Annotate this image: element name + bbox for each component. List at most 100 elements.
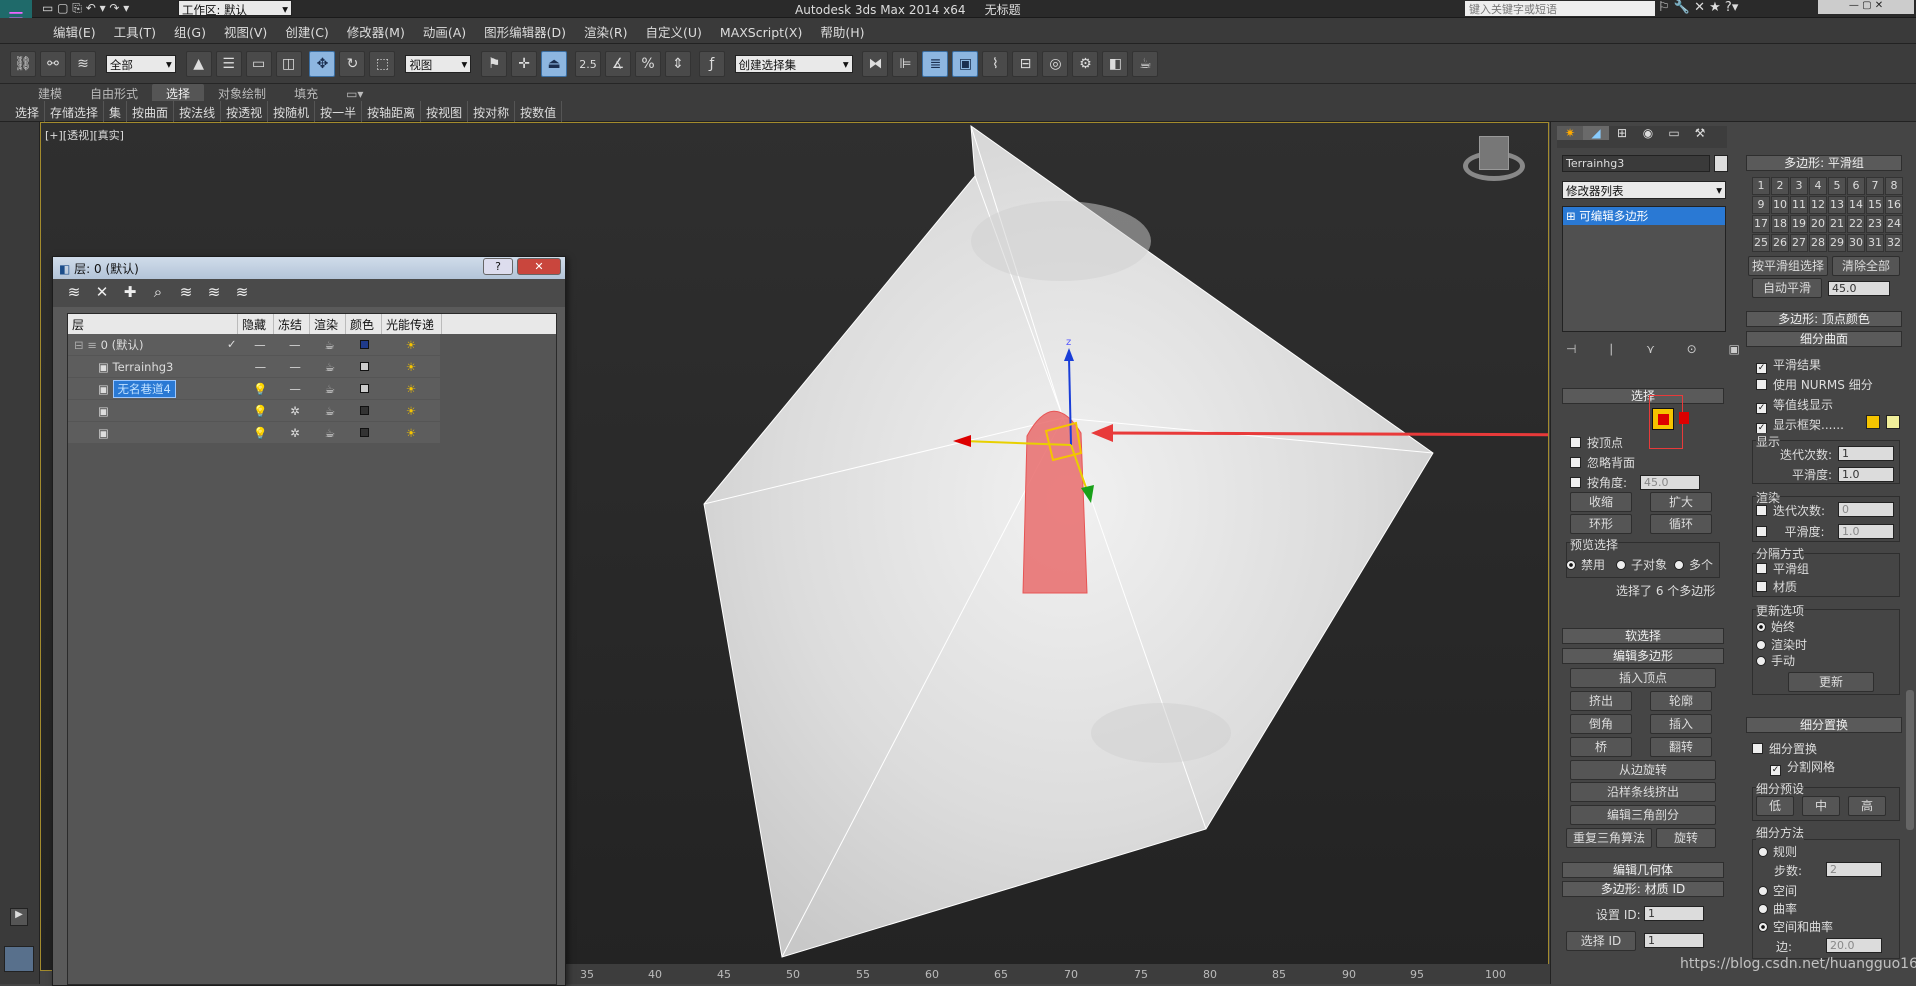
window-controls[interactable]: — ▢ ✕ xyxy=(1818,0,1914,14)
extrude-spline-button[interactable]: 沿样条线挤出 xyxy=(1570,782,1716,802)
sg-button[interactable]: 21 xyxy=(1828,215,1846,233)
sg-button[interactable]: 17 xyxy=(1752,215,1770,233)
bridge-button[interactable]: 桥 xyxy=(1570,737,1632,757)
render-teapot-icon[interactable]: ☕ xyxy=(312,404,347,418)
sg-button[interactable]: 19 xyxy=(1790,215,1808,233)
method-spatial-radio[interactable]: 空间 xyxy=(1758,882,1797,899)
render-smooth-option[interactable]: 平滑度: xyxy=(1756,523,1825,540)
sg-button[interactable]: 32 xyxy=(1885,234,1903,252)
ribbon-by-pivot-distance[interactable]: 按轴距离 xyxy=(362,101,422,124)
radiosity-icon[interactable]: ☀ xyxy=(382,426,440,440)
rollout-soft-selection[interactable]: 软选择 xyxy=(1562,628,1724,644)
col-hide[interactable]: 隐藏 xyxy=(238,314,274,334)
ribbon-sets[interactable]: 集 xyxy=(104,101,128,124)
smooth-result-option[interactable]: ✓ 平滑结果 xyxy=(1756,356,1821,374)
sg-button[interactable]: 13 xyxy=(1828,196,1846,214)
sg-button[interactable]: 29 xyxy=(1828,234,1846,252)
separate-mat-option[interactable]: 材质 xyxy=(1756,578,1797,595)
col-layer[interactable]: 层 xyxy=(68,314,238,334)
sg-button[interactable]: 27 xyxy=(1790,234,1808,252)
menu-rendering[interactable]: 渲染(R) xyxy=(575,18,636,45)
ribbon-options-icon[interactable]: ▭▾ xyxy=(332,86,377,102)
update-render-radio[interactable]: 渲染时 xyxy=(1756,636,1807,653)
clear-all-button[interactable]: 清除全部 xyxy=(1832,256,1900,276)
rollout-subdivision-surface[interactable]: 细分曲面 xyxy=(1746,331,1902,347)
table-row[interactable]: ▣ Terrainhg3 — — ☕ ☀ xyxy=(68,356,440,378)
menu-graph-editors[interactable]: 图形编辑器(D) xyxy=(475,18,575,45)
ribbon-by-numeric[interactable]: 按数值 xyxy=(515,101,563,124)
freeze-toggle[interactable]: — xyxy=(278,360,313,374)
stack-item[interactable]: ⊞ 可编辑多边形 xyxy=(1563,207,1725,225)
window-crossing-icon[interactable]: ◫ xyxy=(275,51,302,77)
col-radiosity[interactable]: 光能传递 xyxy=(382,314,442,334)
separate-sg-option[interactable]: 平滑组 xyxy=(1756,560,1809,577)
sg-button[interactable]: 16 xyxy=(1885,196,1903,214)
material-editor-icon[interactable]: ◎ xyxy=(1042,51,1069,77)
sg-button[interactable]: 22 xyxy=(1847,215,1865,233)
menu-create[interactable]: 创建(C) xyxy=(276,18,337,45)
edge-spinner[interactable]: 20.0 xyxy=(1826,938,1882,953)
isoline-display-option[interactable]: ✓ 等值线显示 xyxy=(1756,396,1833,414)
sg-button[interactable]: 28 xyxy=(1809,234,1827,252)
move-icon[interactable]: ✥ xyxy=(309,51,336,77)
menu-help[interactable]: 帮助(H) xyxy=(811,18,873,45)
hide-toggle[interactable]: — xyxy=(243,360,278,374)
steps-spinner[interactable]: 2 xyxy=(1826,862,1882,877)
insert-vertex-button[interactable]: 插入顶点 xyxy=(1570,668,1716,688)
sg-button[interactable]: 6 xyxy=(1847,177,1865,195)
sg-button[interactable]: 2 xyxy=(1771,177,1789,195)
select-id-spinner[interactable]: 1 xyxy=(1644,933,1704,948)
subdiv-disp-option[interactable]: 细分置换 xyxy=(1752,740,1817,757)
cage-color-swatch[interactable] xyxy=(1866,415,1880,429)
method-spatial-curvature-radio[interactable]: 空间和曲率 xyxy=(1758,918,1833,935)
preview-disable-radio[interactable]: 禁用 xyxy=(1566,556,1605,573)
rotate-icon[interactable]: ↻ xyxy=(339,51,366,77)
col-freeze[interactable]: 冻结 xyxy=(274,314,310,334)
utilities-tab-icon[interactable]: ⚒ xyxy=(1687,126,1713,140)
object-name-field[interactable]: Terrainhg3 xyxy=(1562,155,1710,172)
layer-dialog-titlebar[interactable]: ◧ 层: 0 (默认) ? ✕ xyxy=(53,257,565,279)
hierarchy-tab-icon[interactable]: ⊞ xyxy=(1609,126,1635,140)
object-color-swatch[interactable] xyxy=(1714,155,1728,172)
display-iter-spinner[interactable]: 1 xyxy=(1838,446,1894,461)
update-always-radio[interactable]: 始终 xyxy=(1756,618,1795,635)
layer-dialog[interactable]: ◧ 层: 0 (默认) ? ✕ ≋ ✕ ✚ ⌕ ≋ ≋ ≋ 层 隐藏 冻结 渲染 颜色 光能… xyxy=(52,256,566,986)
scale-icon[interactable]: ⬚ xyxy=(369,51,396,77)
layer-manager-icon[interactable]: ≣ xyxy=(922,51,949,77)
freeze-toggle[interactable]: — xyxy=(277,338,312,352)
table-row[interactable]: ▣ 无名巷道4 💡 — ☕ ☀ xyxy=(68,378,440,400)
use-nurms-option[interactable]: 使用 NURMS 细分 xyxy=(1756,376,1873,393)
sg-button[interactable]: 7 xyxy=(1866,177,1884,195)
col-color[interactable]: 颜色 xyxy=(346,314,382,334)
ribbon-select[interactable]: 选择 xyxy=(10,101,46,124)
rollout-edit-geometry[interactable]: 编辑几何体 xyxy=(1562,862,1724,878)
inset-button[interactable]: 插入 xyxy=(1650,714,1712,734)
sg-button[interactable]: 1 xyxy=(1752,177,1770,195)
ribbon-by-perspective[interactable]: 按透视 xyxy=(221,101,269,124)
by-angle-option[interactable]: 按角度: xyxy=(1570,474,1627,491)
quick-access-icons[interactable]: ▭ ▢ ⎘ ↶ ▾ ↷ ▾ xyxy=(42,1,129,16)
modifier-list-dropdown[interactable]: 修改器列表 xyxy=(1562,181,1726,199)
table-row[interactable]: ▣ 💡 ✲ ☕ ☀ xyxy=(68,400,440,422)
render-teapot-icon[interactable]: ☕ xyxy=(312,360,347,374)
sg-button[interactable]: 31 xyxy=(1866,234,1884,252)
color-swatch[interactable] xyxy=(347,360,382,374)
schematic-view-icon[interactable]: ⊟ xyxy=(1012,51,1039,77)
render-teapot-icon[interactable]: ☕ xyxy=(312,382,347,396)
color-swatch[interactable] xyxy=(347,426,382,440)
ribbon-by-surface[interactable]: 按曲面 xyxy=(127,101,175,124)
timeline-ruler[interactable]: 35 40 45 50 55 60 65 70 75 80 85 90 95 1… xyxy=(520,964,1550,984)
outline-button[interactable]: 轮廓 xyxy=(1650,691,1712,711)
sg-button[interactable]: 5 xyxy=(1828,177,1846,195)
ring-button[interactable]: 环形 xyxy=(1570,514,1632,534)
sg-button[interactable]: 9 xyxy=(1752,196,1770,214)
render-iter-spinner[interactable]: 0 xyxy=(1838,502,1894,517)
create-layer-icon[interactable]: ≋ xyxy=(63,283,85,301)
element-mode-icon[interactable] xyxy=(1679,412,1689,424)
bevel-button[interactable]: 倒角 xyxy=(1570,714,1632,734)
close-button[interactable]: ✕ xyxy=(517,258,561,275)
named-selection-dropdown[interactable]: 创建选择集 xyxy=(734,55,853,73)
modifier-stack[interactable]: ⊞ 可编辑多边形 xyxy=(1562,206,1726,332)
sg-button[interactable]: 20 xyxy=(1809,215,1827,233)
set-id-spinner[interactable]: 1 xyxy=(1644,906,1704,921)
